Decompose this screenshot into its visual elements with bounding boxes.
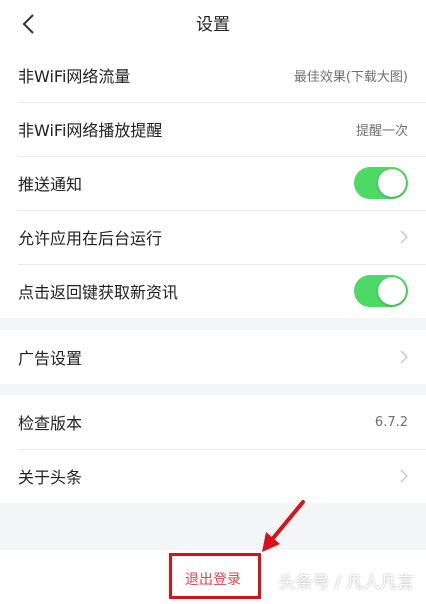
setting-label: 点击返回键获取新资讯 [18, 283, 179, 302]
settings-group-about: 检查版本 6.7.2 关于头条 [0, 395, 426, 503]
setting-label: 非WiFi网络流量 [18, 67, 131, 86]
chevron-left-icon [22, 14, 34, 34]
setting-background-run[interactable]: 允许应用在后台运行 [0, 210, 426, 264]
nav-bar: 设置 [0, 0, 426, 48]
setting-label: 允许应用在后台运行 [18, 229, 163, 248]
annotation-arrow-icon [262, 500, 305, 552]
back-button[interactable] [14, 10, 42, 38]
chevron-right-icon [396, 349, 408, 365]
setting-about-toutiao[interactable]: 关于头条 [0, 449, 426, 503]
setting-label: 广告设置 [18, 349, 83, 368]
setting-label: 关于头条 [18, 468, 83, 487]
version-value: 6.7.2 [374, 414, 408, 430]
page-title: 设置 [196, 15, 230, 35]
setting-check-version[interactable]: 检查版本 6.7.2 [0, 395, 426, 449]
setting-push-notifications: 推送通知 [0, 156, 426, 210]
setting-value: 最佳效果(下载大图) [293, 69, 408, 85]
toggle-knob [378, 277, 406, 305]
push-notifications-toggle[interactable] [354, 167, 408, 199]
setting-back-key-refresh: 点击返回键获取新资讯 [0, 264, 426, 318]
setting-value: 提醒一次 [355, 123, 408, 139]
setting-label: 推送通知 [18, 175, 83, 194]
settings-group-network: 非WiFi网络流量 最佳效果(下载大图) 非WiFi网络播放提醒 提醒一次 推送… [0, 48, 426, 318]
settings-group-ads: 广告设置 [0, 330, 426, 384]
annotation-highlight-box [169, 553, 261, 599]
setting-label: 检查版本 [18, 414, 83, 433]
toggle-knob [378, 169, 406, 197]
setting-label: 非WiFi网络播放提醒 [18, 121, 163, 140]
chevron-right-icon [396, 468, 408, 484]
chevron-right-icon [396, 229, 408, 245]
setting-non-wifi-traffic[interactable]: 非WiFi网络流量 最佳效果(下载大图) [0, 48, 426, 102]
setting-ad-settings[interactable]: 广告设置 [0, 330, 426, 384]
back-key-refresh-toggle[interactable] [354, 275, 408, 307]
setting-non-wifi-play-reminder[interactable]: 非WiFi网络播放提醒 提醒一次 [0, 102, 426, 156]
watermark: 头条号 / 凡人凡言 [278, 573, 414, 593]
